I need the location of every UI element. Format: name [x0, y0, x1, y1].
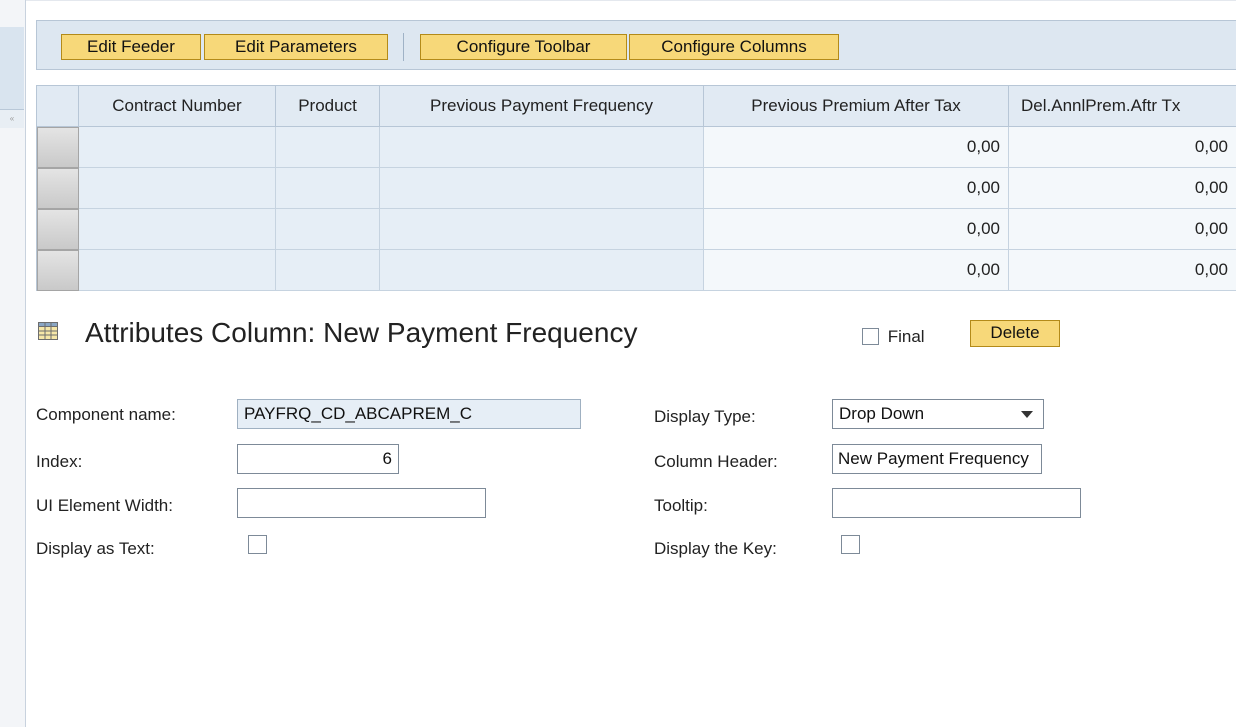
column-header-previous-payment-frequency[interactable]: Previous Payment Frequency [380, 86, 704, 127]
top-divider [26, 0, 1236, 1]
table-cell[interactable]: 0,00 [1009, 127, 1236, 168]
edit-parameters-button[interactable]: Edit Parameters [204, 34, 388, 60]
chevron-down-icon[interactable] [1021, 411, 1033, 418]
row-selector[interactable] [37, 209, 79, 250]
table-cell[interactable] [380, 168, 704, 209]
table-cell[interactable] [79, 250, 276, 291]
component-name-field[interactable]: PAYFRQ_CD_ABCAPREM_C [237, 399, 581, 429]
table-cell[interactable] [276, 127, 380, 168]
component-name-label: Component name: [36, 405, 176, 424]
table-cell[interactable] [276, 250, 380, 291]
table-cell[interactable] [380, 209, 704, 250]
ui-element-width-field[interactable] [237, 488, 486, 518]
column-header-label: Column Header: [654, 452, 778, 471]
index-field[interactable]: 6 [237, 444, 399, 474]
delete-button[interactable]: Delete [970, 320, 1060, 347]
table-icon [38, 322, 58, 340]
column-header-del-annl-prem[interactable]: Del.AnnlPrem.Aftr Tx [1009, 86, 1236, 127]
table-cell[interactable] [380, 250, 704, 291]
index-label: Index: [36, 452, 83, 471]
column-header-previous-premium-after-tax[interactable]: Previous Premium After Tax [704, 86, 1009, 127]
display-the-key-label: Display the Key: [654, 539, 777, 558]
table-cell[interactable] [79, 127, 276, 168]
table-cell[interactable]: 0,00 [704, 250, 1009, 291]
table-cell[interactable] [79, 209, 276, 250]
table-cell[interactable]: 0,00 [704, 209, 1009, 250]
table-cell[interactable] [276, 209, 380, 250]
table-cell[interactable]: 0,00 [1009, 209, 1236, 250]
table-cell[interactable]: 0,00 [704, 127, 1009, 168]
final-label: Final [887, 326, 925, 346]
table-cell[interactable]: 0,00 [1009, 168, 1236, 209]
table-cell[interactable]: 0,00 [1009, 250, 1236, 291]
row-selector[interactable] [37, 168, 79, 209]
row-selector[interactable] [37, 127, 79, 168]
column-header-contract-number[interactable]: Contract Number [79, 86, 276, 127]
columns-table: Contract Number Product Previous Payment… [36, 85, 1236, 291]
left-panel-tab[interactable] [0, 27, 24, 110]
column-header-field[interactable]: New Payment Frequency [832, 444, 1042, 474]
display-type-label: Display Type: [654, 407, 756, 426]
final-checkbox-wrap: Final [862, 326, 925, 347]
display-type-dropdown[interactable]: Drop Down [832, 399, 1044, 429]
display-as-text-checkbox[interactable] [248, 535, 267, 554]
attributes-title: Attributes Column: New Payment Frequency [85, 317, 638, 348]
configure-columns-button[interactable]: Configure Columns [629, 34, 839, 60]
tooltip-label: Tooltip: [654, 496, 708, 515]
ui-element-width-label: UI Element Width: [36, 496, 173, 515]
configure-toolbar-button[interactable]: Configure Toolbar [420, 34, 627, 60]
column-header-product[interactable]: Product [276, 86, 380, 127]
row-selector[interactable] [37, 250, 79, 291]
collapse-handle[interactable]: « [0, 110, 24, 128]
display-the-key-checkbox[interactable] [841, 535, 860, 554]
select-all-header[interactable] [37, 86, 79, 127]
toolbar-separator [403, 33, 404, 61]
display-as-text-label: Display as Text: [36, 539, 155, 558]
final-checkbox[interactable] [862, 328, 879, 346]
table-cell[interactable]: 0,00 [704, 168, 1009, 209]
display-type-value: Drop Down [839, 404, 925, 423]
tooltip-field[interactable] [832, 488, 1081, 518]
edit-feeder-button[interactable]: Edit Feeder [61, 34, 201, 60]
table-cell[interactable] [79, 168, 276, 209]
toolbar: Edit Feeder Edit Parameters Configure To… [36, 20, 1236, 70]
table-cell[interactable] [276, 168, 380, 209]
table-cell[interactable] [380, 127, 704, 168]
